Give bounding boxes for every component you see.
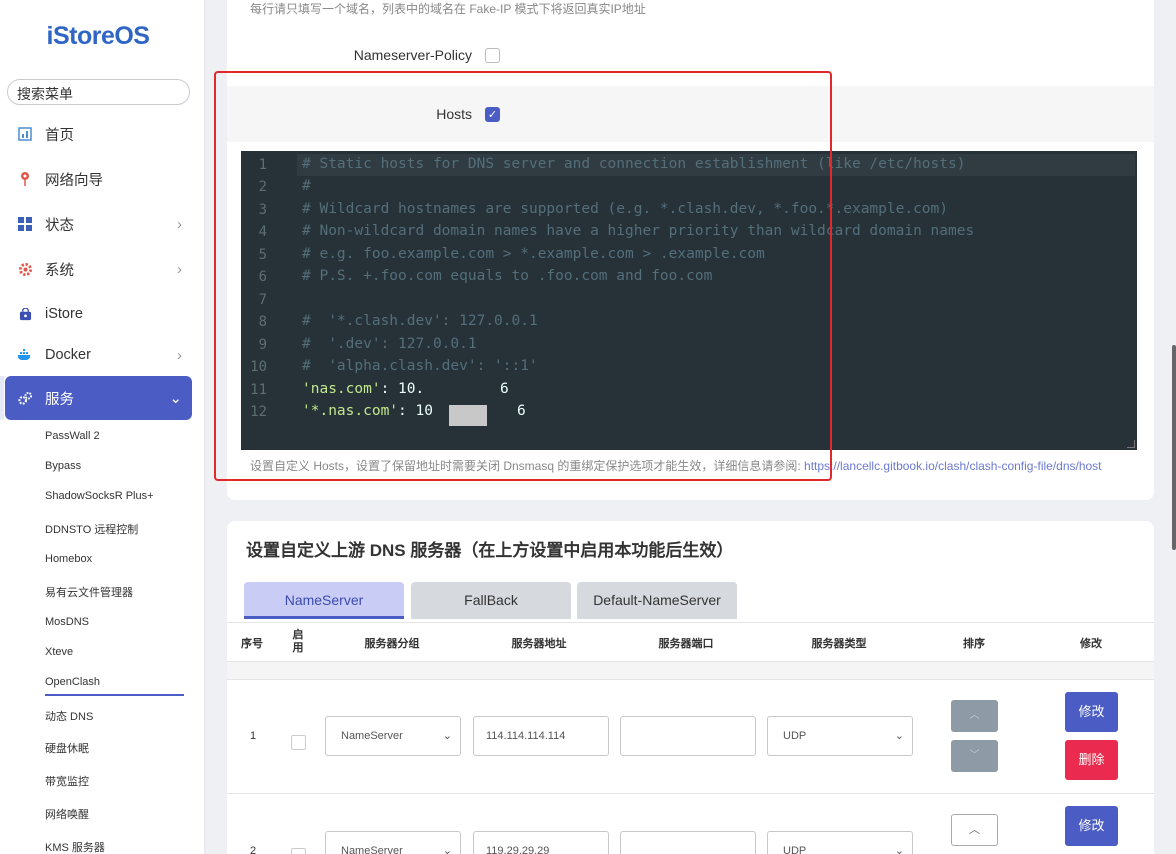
col-edit: 修改 — [1080, 638, 1102, 650]
chevron-right-icon: › — [177, 215, 182, 233]
docker-icon — [17, 347, 33, 363]
col-group: 服务器分组 — [364, 638, 420, 650]
status-icon — [17, 216, 33, 232]
wizard-icon — [17, 171, 33, 187]
move-up-button[interactable]: ︿ — [951, 814, 998, 846]
sub-item-file-manager[interactable]: 易有云文件管理器 — [45, 584, 133, 600]
row-enable-checkbox[interactable] — [291, 848, 306, 854]
dashboard-icon — [17, 126, 33, 142]
nameserver-policy-label: Nameserver-Policy — [353, 47, 472, 63]
logo: iStoreOS — [46, 22, 150, 50]
sub-item-passwall2[interactable]: PassWall 2 — [45, 430, 100, 442]
nav-item-services[interactable]: 服务 ⌄ — [5, 376, 192, 420]
row-enable-checkbox[interactable] — [291, 735, 306, 750]
nav-item-home[interactable]: 首页 — [0, 114, 196, 154]
nav-label: iStore — [45, 306, 83, 322]
services-icon — [17, 390, 33, 406]
port-input[interactable] — [620, 831, 756, 854]
nav-item-wizard[interactable]: 网络向导 — [0, 159, 196, 199]
col-port: 服务器端口 — [658, 638, 714, 650]
sub-item-mosdns[interactable]: MosDNS — [45, 616, 89, 628]
type-select[interactable]: UDP ⌄ — [767, 831, 913, 854]
menu-search-input[interactable]: 搜索菜单 — [7, 79, 190, 105]
group-select[interactable]: NameServer ⌄ — [325, 831, 461, 854]
sub-item-active-underline — [45, 694, 184, 696]
resize-handle[interactable] — [1127, 440, 1135, 448]
nav-item-istore[interactable]: iStore — [0, 294, 196, 334]
edit-button[interactable]: 修改 — [1065, 806, 1118, 846]
tab-default-nameserver[interactable]: Default-NameServer — [577, 582, 737, 619]
annotation-highlight-box — [214, 71, 832, 481]
col-type: 服务器类型 — [811, 638, 867, 650]
sub-item-homebox[interactable]: Homebox — [45, 553, 92, 565]
chevron-down-icon: ⌄ — [442, 845, 452, 854]
section-title: 设置自定义上游 DNS 服务器（在上方设置中启用本功能后生效） — [246, 541, 734, 560]
address-input[interactable]: 114.114.114.114 — [473, 716, 609, 756]
nav-item-status[interactable]: 状态 › — [0, 204, 196, 244]
col-order: 排序 — [963, 638, 985, 650]
system-icon — [17, 261, 33, 277]
dns-servers-card — [227, 521, 1154, 854]
chevron-down-icon: ⌄ — [894, 845, 904, 854]
address-input[interactable]: 119.29.29.29 — [473, 831, 609, 854]
chevron-down-icon: ⌄ — [894, 730, 904, 742]
sub-item-hd-idle[interactable]: 硬盘休眠 — [45, 740, 89, 756]
nameserver-policy-checkbox[interactable] — [485, 48, 500, 63]
nav-item-docker[interactable]: Docker › — [0, 335, 196, 375]
sub-item-openclash[interactable]: OpenClash — [45, 676, 100, 688]
nav-label: 首页 — [45, 127, 74, 144]
sub-item-bypass[interactable]: Bypass — [45, 460, 81, 472]
edit-button[interactable]: 修改 — [1065, 692, 1118, 732]
move-down-button[interactable]: ﹀ — [951, 740, 998, 772]
tab-nameserver[interactable]: NameServer — [244, 582, 404, 619]
sub-item-ddns[interactable]: 动态 DNS — [45, 708, 93, 724]
table-separator — [227, 662, 1154, 680]
page-scrollbar[interactable] — [1172, 345, 1176, 550]
nav-item-system[interactable]: 系统 › — [0, 249, 196, 289]
col-address: 服务器地址 — [511, 638, 567, 650]
sub-item-kms[interactable]: KMS 服务器 — [45, 839, 105, 854]
chevron-right-icon: › — [177, 346, 182, 364]
row-divider — [227, 793, 1154, 794]
row-index: 2 — [250, 845, 257, 854]
active-indicator — [0, 376, 4, 420]
col-index: 序号 — [241, 638, 263, 650]
istore-icon — [17, 306, 33, 322]
fakeip-description: 每行请只填写一个域名，列表中的域名在 Fake-IP 模式下将返回真实IP地址 — [250, 2, 646, 16]
sub-item-ddnsto[interactable]: DDNSTO 远程控制 — [45, 521, 138, 537]
nav-label: 系统 — [45, 262, 74, 279]
group-select[interactable]: NameServer ⌄ — [325, 716, 461, 756]
row-index: 1 — [250, 730, 257, 742]
sub-item-ssr-plus[interactable]: ShadowSocksR Plus+ — [45, 490, 154, 502]
type-select[interactable]: UDP ⌄ — [767, 716, 913, 756]
hosts-help-link[interactable]: https://lancellc.gitbook.io/clash/clash-… — [804, 459, 1102, 473]
sub-item-bandwidth[interactable]: 带宽监控 — [45, 773, 89, 789]
chevron-down-icon: ⌄ — [169, 390, 182, 407]
chevron-right-icon: › — [177, 260, 182, 278]
move-up-button[interactable]: ︿ — [951, 700, 998, 732]
sub-item-xteve[interactable]: Xteve — [45, 646, 73, 658]
nav-label: Docker — [45, 347, 91, 363]
col-enable: 启用 — [292, 629, 304, 654]
nav-label: 服务 — [45, 391, 74, 408]
chevron-down-icon: ⌄ — [442, 730, 452, 742]
port-input[interactable] — [620, 716, 756, 756]
nav-label: 网络向导 — [45, 172, 103, 189]
sub-item-wol[interactable]: 网络唤醒 — [45, 806, 89, 822]
nav-label: 状态 — [45, 217, 74, 234]
sidebar: iStoreOS 搜索菜单 首页 网络向导 状态 › 系统 › iStore D… — [0, 0, 205, 854]
tab-fallback[interactable]: FallBack — [411, 582, 571, 619]
delete-button[interactable]: 删除 — [1065, 740, 1118, 780]
